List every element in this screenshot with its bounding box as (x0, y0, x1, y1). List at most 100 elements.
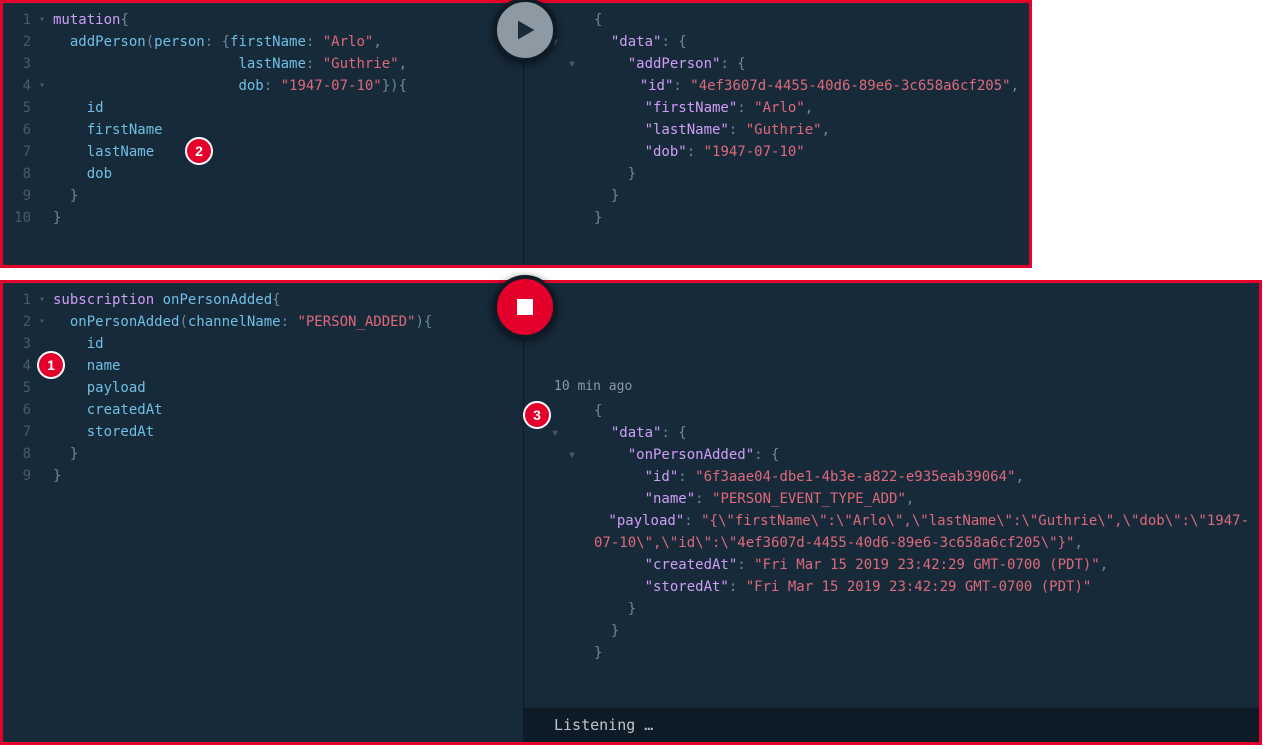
line-number: 9 (3, 185, 37, 207)
code-line[interactable]: 5 payload (3, 377, 523, 399)
result-pane: ▾ { ▾ "data": { ▾ "addPerson": { "id": "… (523, 3, 1029, 265)
fold-toggle (534, 119, 594, 141)
result-text: 07-10\",\"id\":\"4ef3607d-4455-40d6-89e6… (594, 532, 1083, 554)
fold-toggle (39, 31, 49, 53)
result-text: "createdAt": "Fri Mar 15 2019 23:42:29 G… (594, 554, 1108, 576)
code-line[interactable]: 9} (3, 465, 523, 487)
result-text: "onPersonAdded": { (594, 444, 779, 466)
result-line: "id": "4ef3607d-4455-40d6-89e6-3c658a6cf… (534, 75, 1019, 97)
result-line: } (534, 620, 1249, 642)
code-text: dob: "1947-07-10"}){ (53, 75, 523, 97)
code-text: storedAt (53, 421, 523, 443)
line-number: 6 (3, 399, 37, 421)
result-text: "addPerson": { (594, 53, 746, 75)
code-line[interactable]: 6 createdAt (3, 399, 523, 421)
result-text: "dob": "1947-07-10" (594, 141, 805, 163)
fold-toggle (39, 119, 49, 141)
query-editor[interactable]: 1▾mutation{2 addPerson(person: {firstNam… (3, 3, 523, 265)
code-line[interactable]: 1▾mutation{ (3, 9, 523, 31)
play-icon (511, 16, 539, 44)
code-line[interactable]: 7 lastName (3, 141, 523, 163)
result-text: } (594, 207, 602, 229)
fold-toggle (534, 207, 594, 229)
result-text: { (594, 9, 602, 31)
fold-toggle (39, 163, 49, 185)
result-line: ▾ "addPerson": { (534, 53, 1019, 75)
result-line: "payload": "{\"firstName\":\"Arlo\",\"la… (534, 510, 1249, 532)
code-text: onPersonAdded(channelName: "PERSON_ADDED… (53, 311, 523, 333)
line-number: 5 (3, 377, 37, 399)
fold-toggle (39, 53, 49, 75)
line-number: 6 (3, 119, 37, 141)
line-number: 10 (3, 207, 37, 229)
result-line: } (534, 642, 1249, 664)
fold-toggle (534, 554, 594, 576)
result-line: 07-10\",\"id\":\"4ef3607d-4455-40d6-89e6… (534, 532, 1249, 554)
code-line[interactable]: 4▾ dob: "1947-07-10"}){ (3, 75, 523, 97)
fold-toggle (534, 488, 594, 510)
line-number: 9 (3, 465, 37, 487)
code-line[interactable]: 5 id (3, 97, 523, 119)
result-pane: 10 min ago ▾ { ▾ "data": { ▾ "onPersonAd… (523, 283, 1259, 742)
code-text: name (53, 355, 523, 377)
code-text: } (53, 207, 523, 229)
code-line[interactable]: 1▾subscription onPersonAdded{ (3, 289, 523, 311)
execute-button[interactable] (493, 0, 557, 62)
code-line[interactable]: 8 dob (3, 163, 523, 185)
result-text: } (594, 642, 602, 664)
fold-toggle (39, 399, 49, 421)
code-line[interactable]: 3 lastName: "Guthrie", (3, 53, 523, 75)
fold-toggle[interactable]: ▾ (39, 9, 49, 31)
line-number: 7 (3, 421, 37, 443)
line-number: 8 (3, 443, 37, 465)
code-text: payload (53, 377, 523, 399)
line-number: 3 (3, 333, 37, 355)
line-number: 3 (3, 53, 37, 75)
code-line[interactable]: 6 firstName (3, 119, 523, 141)
result-text: "data": { (594, 31, 687, 53)
result-text: "data": { (594, 422, 687, 444)
stop-button[interactable] (493, 275, 557, 339)
line-number: 8 (3, 163, 37, 185)
result-text: "id": "4ef3607d-4455-40d6-89e6-3c658a6cf… (589, 75, 1019, 97)
code-line[interactable]: 9 } (3, 185, 523, 207)
line-number: 5 (3, 97, 37, 119)
code-line[interactable]: 2▾ onPersonAdded(channelName: "PERSON_AD… (3, 311, 523, 333)
fold-toggle (534, 141, 594, 163)
result-text: "lastName": "Guthrie", (594, 119, 830, 141)
code-line[interactable]: 8 } (3, 443, 523, 465)
query-editor[interactable]: 1▾subscription onPersonAdded{2▾ onPerson… (3, 283, 523, 742)
result-text: "name": "PERSON_EVENT_TYPE_ADD", (594, 488, 914, 510)
line-number: 4 (3, 355, 37, 377)
code-text: addPerson(person: {firstName: "Arlo", (53, 31, 523, 53)
result-line: "id": "6f3aae04-dbe1-4b3e-a822-e935eab39… (534, 466, 1249, 488)
line-number: 1 (3, 9, 37, 31)
result-line: } (534, 163, 1019, 185)
fold-toggle (534, 598, 594, 620)
result-line: } (534, 185, 1019, 207)
code-line[interactable]: 4 name (3, 355, 523, 377)
fold-toggle (534, 642, 594, 664)
result-line: "createdAt": "Fri Mar 15 2019 23:42:29 G… (534, 554, 1249, 576)
result-text: "storedAt": "Fri Mar 15 2019 23:42:29 GM… (594, 576, 1091, 598)
code-line[interactable]: 7 storedAt (3, 421, 523, 443)
fold-toggle[interactable]: ▾ (39, 75, 49, 97)
fold-toggle (534, 466, 594, 488)
fold-toggle[interactable]: ▾ (534, 444, 594, 466)
result-text: "firstName": "Arlo", (594, 97, 813, 119)
fold-toggle (39, 377, 49, 399)
fold-toggle (39, 443, 49, 465)
fold-toggle[interactable]: ▾ (39, 311, 49, 333)
result-line: "dob": "1947-07-10" (534, 141, 1019, 163)
result-line: "lastName": "Guthrie", (534, 119, 1019, 141)
fold-toggle (534, 163, 594, 185)
result-text: } (594, 163, 636, 185)
callout-1: 1 (37, 351, 65, 379)
result-text: } (594, 598, 636, 620)
code-line[interactable]: 2 addPerson(person: {firstName: "Arlo", (3, 31, 523, 53)
line-number: 4 (3, 75, 37, 97)
code-text: subscription onPersonAdded{ (53, 289, 523, 311)
code-line[interactable]: 10} (3, 207, 523, 229)
fold-toggle[interactable]: ▾ (39, 289, 49, 311)
code-line[interactable]: 3 id (3, 333, 523, 355)
